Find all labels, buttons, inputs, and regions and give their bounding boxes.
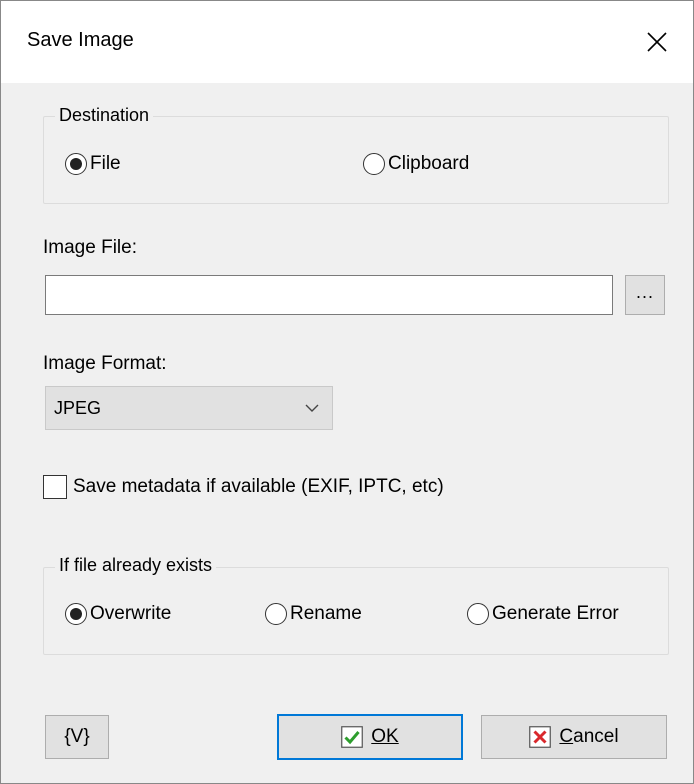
title-bar: Save Image xyxy=(1,1,693,83)
exists-rename-radio[interactable]: Rename xyxy=(265,603,362,625)
exists-overwrite-radio[interactable]: Overwrite xyxy=(65,603,171,625)
cancel-rest: ancel xyxy=(573,726,619,747)
image-format-select[interactable]: JPEG xyxy=(45,386,333,430)
browse-button[interactable]: ... xyxy=(625,275,665,315)
checkbox-label: Save metadata if available (EXIF, IPTC, … xyxy=(73,476,444,497)
cancel-button[interactable]: Cancel xyxy=(481,715,667,759)
radio-indicator xyxy=(65,603,87,625)
save-image-dialog: Save Image Destination File Clipboard Im… xyxy=(0,0,694,784)
checkbox-indicator xyxy=(43,475,67,499)
radio-label: File xyxy=(90,153,121,174)
chevron-down-icon xyxy=(305,404,319,412)
dialog-title: Save Image xyxy=(27,29,134,51)
variables-button[interactable]: {V} xyxy=(45,715,109,759)
save-metadata-checkbox[interactable]: Save metadata if available (EXIF, IPTC, … xyxy=(43,475,444,499)
ok-button-label: OK xyxy=(371,726,399,747)
destination-group xyxy=(43,116,669,204)
radio-indicator xyxy=(65,153,87,175)
radio-label: Rename xyxy=(290,603,362,624)
check-icon xyxy=(341,726,364,748)
destination-legend: Destination xyxy=(55,105,154,126)
ok-button[interactable]: OK xyxy=(277,714,463,760)
cancel-button-label: Cancel xyxy=(559,726,618,748)
image-format-label: Image Format: xyxy=(43,353,167,374)
radio-label: Overwrite xyxy=(90,603,172,624)
close-icon xyxy=(647,32,667,52)
image-file-label: Image File: xyxy=(43,237,137,258)
radio-indicator xyxy=(467,603,489,625)
radio-label: Generate Error xyxy=(492,603,619,624)
radio-indicator xyxy=(265,603,287,625)
radio-indicator xyxy=(363,153,385,175)
radio-label: Clipboard xyxy=(388,153,470,174)
exists-legend: If file already exists xyxy=(55,555,217,576)
variables-button-label: {V} xyxy=(64,726,90,747)
x-icon xyxy=(529,726,552,748)
destination-file-radio[interactable]: File xyxy=(65,153,121,175)
exists-generate-error-radio[interactable]: Generate Error xyxy=(467,603,619,625)
image-format-value: JPEG xyxy=(54,397,102,418)
image-file-input[interactable] xyxy=(45,275,613,315)
destination-clipboard-radio[interactable]: Clipboard xyxy=(363,153,469,175)
close-button[interactable] xyxy=(621,1,693,83)
cancel-mnemonic: C xyxy=(559,726,574,747)
